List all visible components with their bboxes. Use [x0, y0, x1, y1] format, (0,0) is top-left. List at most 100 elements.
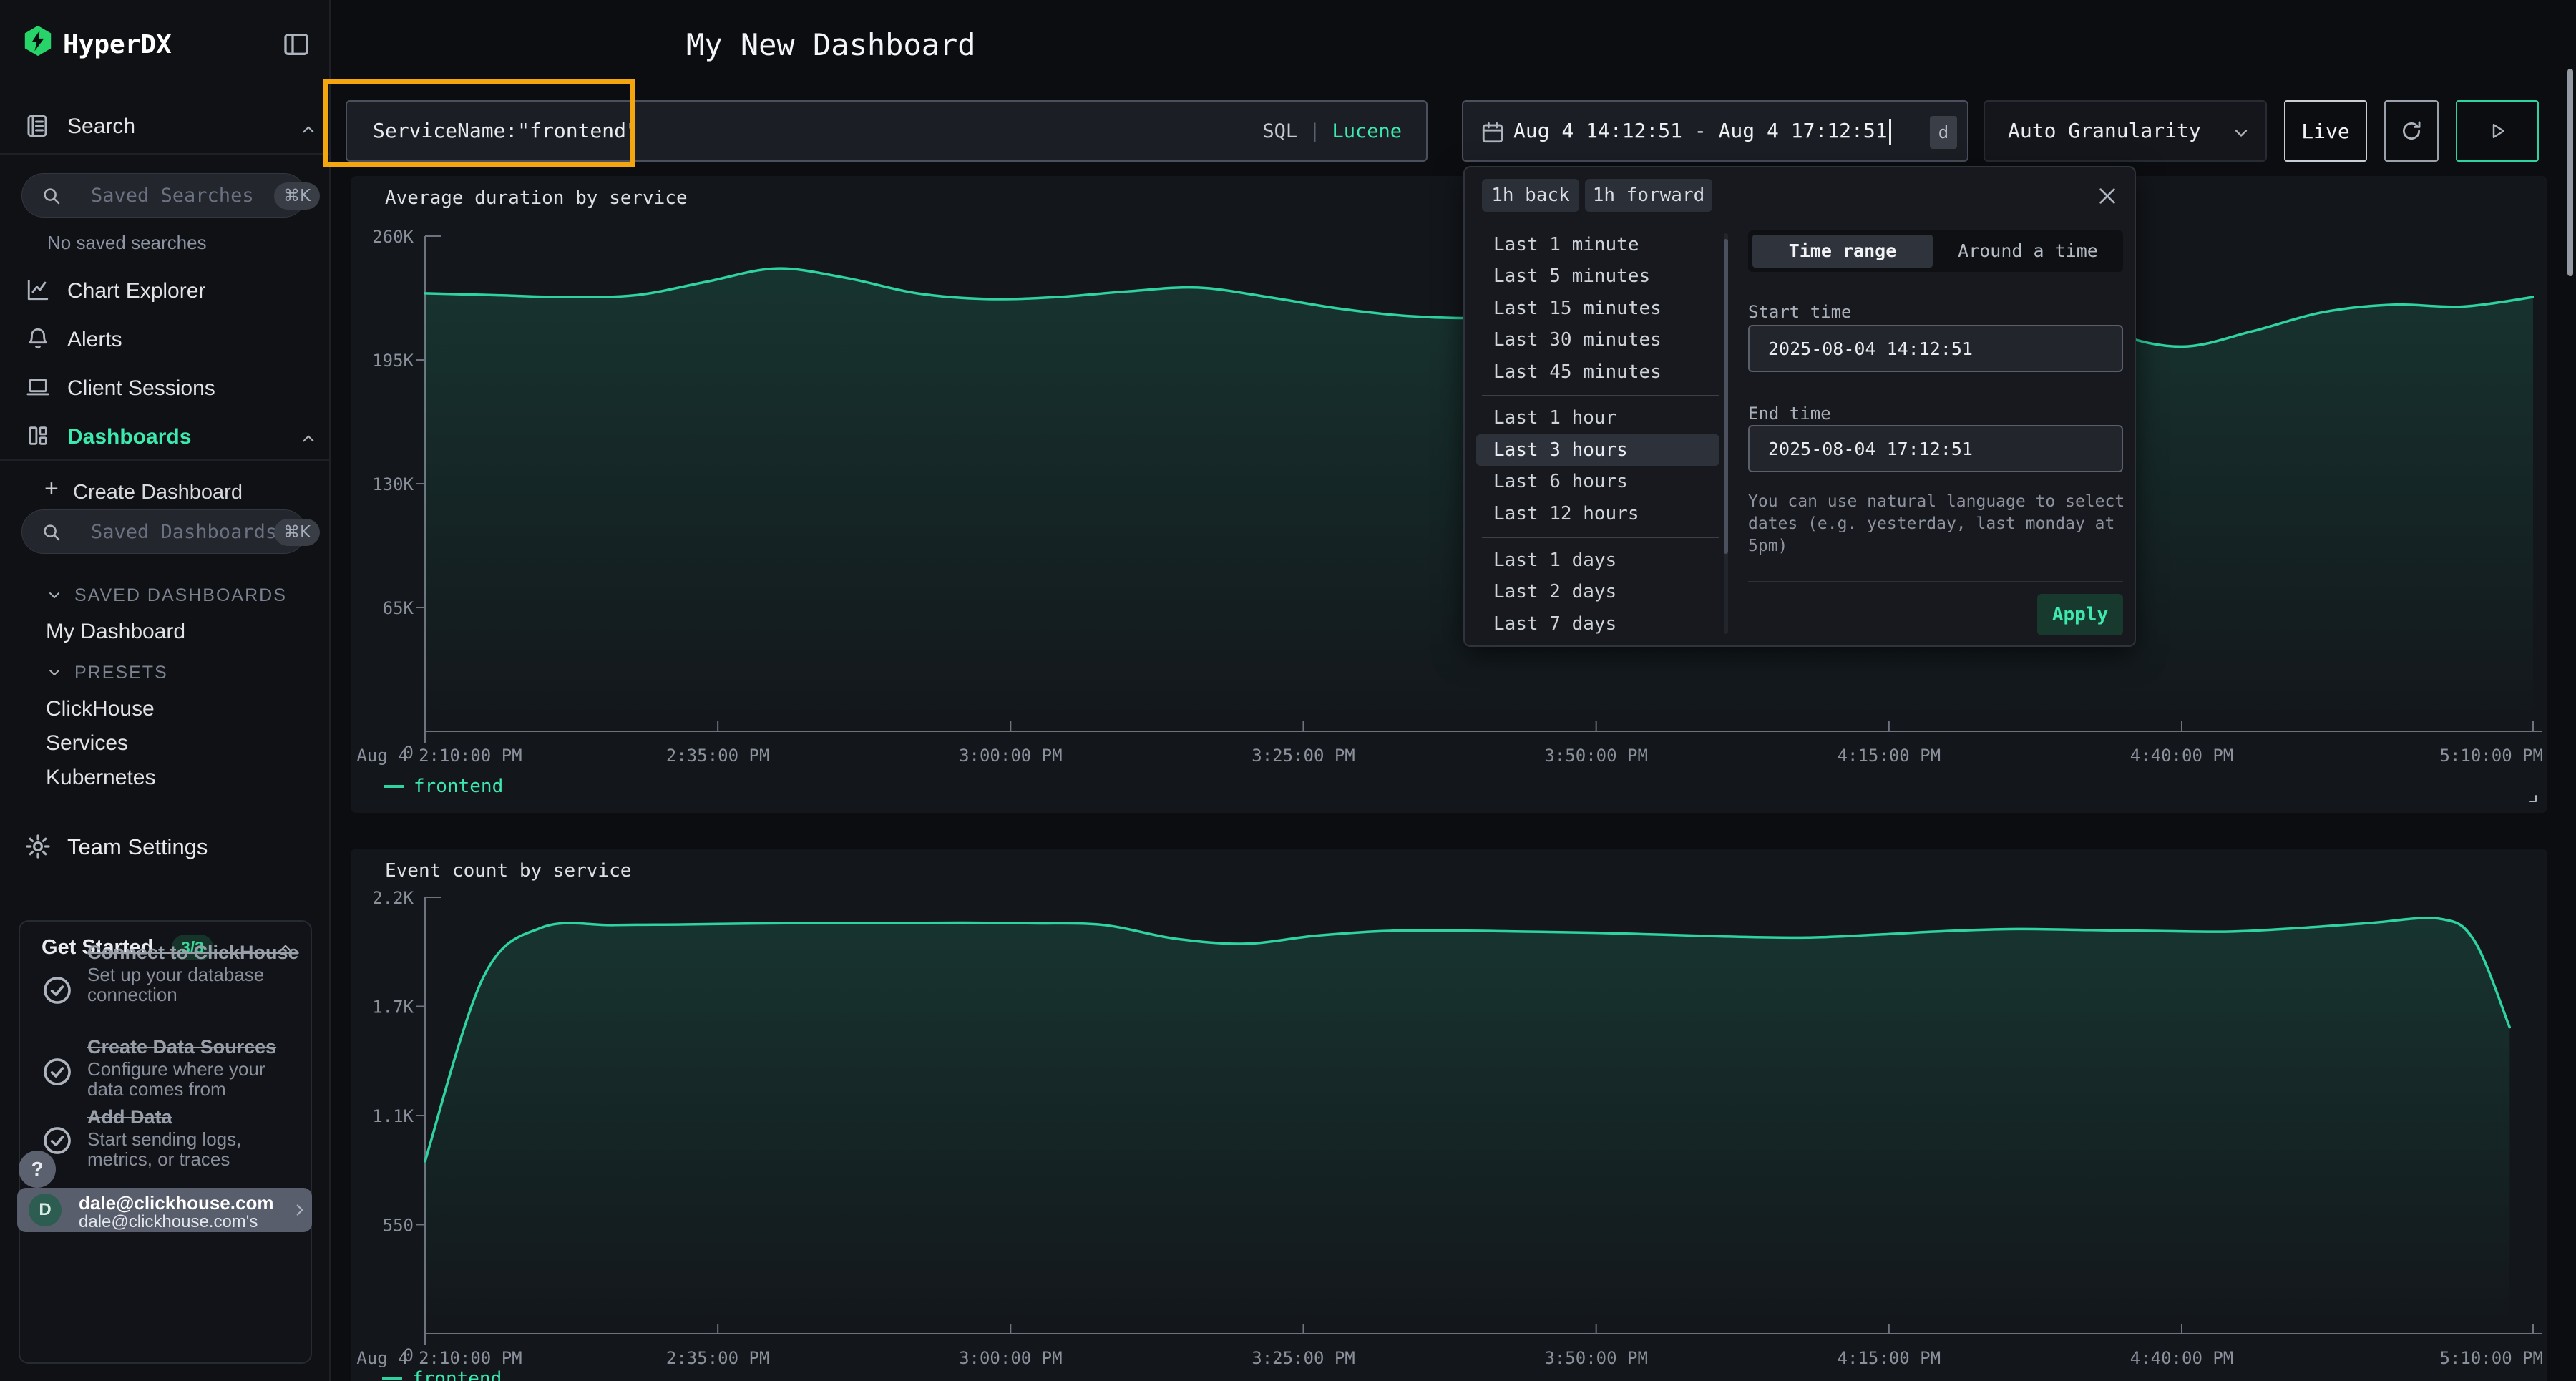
sidebar-item-search[interactable]: Search: [67, 114, 135, 139]
create-dashboard-button[interactable]: Create Dashboard: [73, 481, 243, 504]
get-started-step[interactable]: Connect to ClickHouse Set up your databa…: [87, 942, 299, 1005]
granularity-value: Auto Granularity: [2008, 119, 2201, 142]
get-started-step[interactable]: Add Data Start sending logs, metrics, or…: [87, 1106, 302, 1169]
sql-toggle[interactable]: SQL: [1262, 120, 1297, 142]
range-last-15-minutes[interactable]: Last 15 minutes: [1493, 293, 1662, 324]
granularity-select[interactable]: Auto Granularity: [1984, 100, 2267, 162]
step-desc: Start sending logs, metrics, or traces: [87, 1129, 302, 1169]
sidebar-item-services[interactable]: Services: [46, 731, 128, 756]
kbd-shortcut: ⌘K: [274, 182, 320, 210]
sidebar-item-dashboards[interactable]: Dashboards: [67, 425, 191, 449]
help-button[interactable]: ?: [19, 1151, 56, 1188]
toggle-separator: |: [1309, 120, 1320, 142]
list-scrollbar-thumb[interactable]: [1724, 239, 1728, 554]
svg-text:Aug 4 2:10:00 PM: Aug 4 2:10:00 PM: [356, 746, 522, 766]
shift-forward-label: 1h forward: [1593, 185, 1705, 206]
chart-panel-event-count: Event count by service 05501.1K1.7K2.2KA…: [351, 849, 2547, 1381]
resize-corner-icon[interactable]: [2524, 790, 2539, 804]
legend-swatch: [382, 1377, 402, 1380]
close-icon[interactable]: [2096, 185, 2119, 208]
shift-back-button[interactable]: 1h back: [1482, 179, 1579, 212]
svg-text:3:00:00 PM: 3:00:00 PM: [959, 1348, 1063, 1368]
sidebar-item-alerts[interactable]: Alerts: [67, 328, 122, 352]
svg-text:130K: 130K: [372, 474, 414, 494]
svg-text:3:25:00 PM: 3:25:00 PM: [1252, 746, 1355, 766]
sidebar-item-clickhouse[interactable]: ClickHouse: [46, 697, 155, 721]
svg-text:65K: 65K: [383, 598, 414, 618]
range-last-12-hours[interactable]: Last 12 hours: [1493, 498, 1639, 530]
step-title: Add Data: [87, 1106, 302, 1128]
avatar-initial: D: [39, 1200, 51, 1219]
sidebar-item-my-dashboard[interactable]: My Dashboard: [46, 620, 185, 644]
play-icon: [2487, 120, 2508, 142]
range-last-2-days[interactable]: Last 2 days: [1493, 576, 1616, 607]
chevron-up-icon[interactable]: [299, 120, 318, 139]
chart-legend[interactable]: frontend: [382, 1368, 502, 1381]
sidebar-item-team-settings[interactable]: Team Settings: [67, 834, 208, 860]
step-desc: Set up your database connection: [87, 965, 299, 1005]
range-last-1-days[interactable]: Last 1 days: [1493, 545, 1616, 576]
start-time-input[interactable]: 2025-08-04 14:12:51: [1748, 325, 2123, 372]
range-last-30-minutes[interactable]: Last 30 minutes: [1493, 324, 1662, 356]
chevron-up-icon[interactable]: [299, 429, 318, 448]
svg-text:4:40:00 PM: 4:40:00 PM: [2130, 746, 2234, 766]
svg-text:195K: 195K: [372, 351, 414, 371]
step-title: Create Data Sources: [87, 1036, 302, 1058]
live-button[interactable]: Live: [2284, 100, 2367, 162]
saved-searches-placeholder: Saved Searches: [91, 185, 254, 207]
tab-around-a-time[interactable]: Around a time: [1937, 235, 2119, 268]
sidebar-item-client-sessions[interactable]: Client Sessions: [67, 376, 215, 401]
range-last-3-hours[interactable]: Last 3 hours: [1493, 434, 1628, 466]
presets-section-header[interactable]: PRESETS: [74, 663, 168, 683]
tab-time-range[interactable]: Time range: [1752, 235, 1933, 268]
run-query-button[interactable]: [2456, 100, 2539, 162]
shift-forward-button[interactable]: 1h forward: [1585, 179, 1712, 212]
saved-dashboards-input[interactable]: Saved Dashboards ⌘K: [21, 509, 306, 554]
svg-text:2:35:00 PM: 2:35:00 PM: [666, 746, 770, 766]
user-card[interactable]: D dale@clickhouse.com dale@clickhouse.co…: [17, 1188, 312, 1232]
range-last-1-hour[interactable]: Last 1 hour: [1493, 402, 1616, 434]
refresh-button[interactable]: [2384, 100, 2439, 162]
range-last-14-days[interactable]: Last 14 days: [1493, 640, 1628, 647]
start-time-label: Start time: [1748, 302, 1852, 322]
end-time-input[interactable]: 2025-08-04 17:12:51: [1748, 425, 2123, 472]
collapse-sidebar-icon[interactable]: [282, 30, 311, 59]
get-started-step[interactable]: Create Data Sources Configure where your…: [87, 1036, 302, 1099]
search-icon: [41, 522, 62, 543]
main-content: My New Dashboard ServiceName:"frontend" …: [331, 0, 2576, 1381]
svg-text:550: 550: [383, 1216, 414, 1236]
page-scrollbar[interactable]: [2567, 69, 2573, 276]
svg-text:1.7K: 1.7K: [372, 997, 414, 1018]
svg-text:4:15:00 PM: 4:15:00 PM: [1838, 746, 1941, 766]
end-time-label: End time: [1748, 404, 1831, 424]
step-title: Connect to ClickHouse: [87, 942, 299, 963]
d-key-badge: d: [1930, 116, 1957, 149]
text-cursor: [1889, 119, 1891, 145]
svg-text:2:35:00 PM: 2:35:00 PM: [666, 1348, 770, 1368]
live-label: Live: [2301, 119, 2349, 143]
time-range-input[interactable]: Aug 4 14:12:51 - Aug 4 17:12:51 d: [1462, 100, 1968, 162]
range-last-45-minutes[interactable]: Last 45 minutes: [1493, 356, 1662, 388]
svg-text:260K: 260K: [372, 227, 414, 247]
sidebar-item-kubernetes[interactable]: Kubernetes: [46, 766, 155, 790]
tab-around-a-time-label: Around a time: [1958, 240, 2098, 261]
page-title: My New Dashboard: [686, 27, 976, 62]
user-email: dale@clickhouse.com: [79, 1192, 273, 1214]
saved-dashboards-section-header[interactable]: SAVED DASHBOARDS: [74, 585, 287, 606]
range-last-5-minutes[interactable]: Last 5 minutes: [1493, 260, 1650, 292]
get-started-card: Get Started 3/3 Connect to ClickHouse Se…: [19, 920, 312, 1364]
event-count-chart: 05501.1K1.7K2.2KAug 4 2:10:00 PM2:35:00 …: [351, 849, 2547, 1381]
kbd-shortcut: ⌘K: [274, 519, 320, 546]
range-last-1-minute[interactable]: Last 1 minute: [1493, 229, 1639, 260]
chart-explorer-icon: [26, 278, 50, 302]
range-last-6-hours[interactable]: Last 6 hours: [1493, 466, 1628, 497]
saved-searches-input[interactable]: Saved Searches ⌘K: [21, 173, 306, 218]
sidebar: HyperDX Search Saved Searches ⌘K No save…: [0, 0, 331, 1381]
range-last-7-days[interactable]: Last 7 days: [1493, 608, 1616, 640]
sidebar-item-chart-explorer[interactable]: Chart Explorer: [67, 279, 205, 303]
chevron-down-icon[interactable]: [46, 664, 63, 681]
apply-button[interactable]: Apply: [2037, 594, 2123, 635]
chevron-down-icon[interactable]: [46, 587, 63, 604]
chart-legend[interactable]: frontend: [384, 776, 503, 797]
lucene-toggle[interactable]: Lucene: [1332, 120, 1402, 142]
